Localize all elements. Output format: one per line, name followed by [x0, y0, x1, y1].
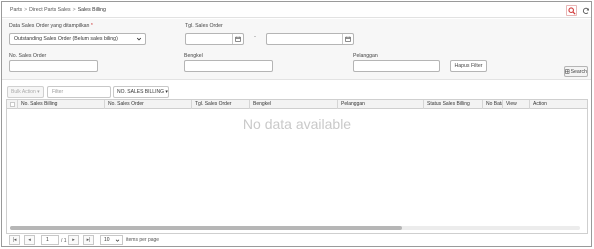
bengkel-input[interactable] — [184, 60, 273, 72]
required-mark: * — [90, 23, 93, 29]
prev-page-icon: ◂ — [28, 237, 31, 243]
bulk-action-label: Bulk Action — [11, 89, 36, 95]
page-number-input[interactable]: 1 — [41, 235, 59, 245]
bengkel-label: Bengkel — [184, 53, 203, 59]
bulk-action-dropdown[interactable]: Bulk Action ▾ — [7, 86, 44, 98]
app-window: Parts > Direct Parts Sales > Sales Billing D… — [1, 1, 592, 247]
col-status-sales-billing[interactable]: Status Sales Billing — [424, 100, 483, 109]
pelanggan-label: Pelanggan — [353, 53, 378, 59]
chevron-down-icon — [136, 36, 142, 46]
filter-column-select[interactable]: NO. SALES BILLING ▾ — [113, 86, 169, 98]
col-view[interactable]: View — [503, 100, 530, 109]
page-count: / 1 — [61, 238, 67, 244]
next-page-icon: ▸ — [72, 237, 75, 243]
no-so-label: No. Sales Order — [9, 53, 47, 59]
checkbox-icon — [9, 102, 15, 107]
caret-down-icon: ▾ — [165, 89, 168, 95]
no-so-input[interactable] — [9, 60, 98, 72]
data-so-label: Data Sales Order yang ditampilkan * — [9, 23, 93, 29]
data-so-select[interactable]: Outstanding Sales Order (Belum sales bil… — [9, 33, 146, 45]
last-page-button[interactable]: ▸| — [83, 235, 94, 245]
col-tgl-sales-order[interactable]: Tgl. Sales Order — [192, 100, 250, 109]
tgl-so-to-field[interactable] — [266, 33, 354, 45]
refresh-button[interactable] — [580, 5, 591, 16]
topbar: Parts > Direct Parts Sales > Sales Billing — [2, 2, 591, 18]
first-page-icon: |◂ — [12, 237, 17, 243]
filter-panel: Data Sales Order yang ditampilkan * Outs… — [2, 19, 591, 80]
search-icon — [567, 6, 576, 15]
col-no-sales-order[interactable]: No. Sales Order — [105, 100, 192, 109]
tgl-so-label: Tgl. Sales Order — [185, 23, 223, 29]
search-button[interactable]: Search — [564, 66, 588, 77]
col-no-batal[interactable]: No Batal — [483, 100, 503, 109]
pelanggan-input[interactable] — [353, 60, 440, 72]
col-no-sales-billing[interactable]: No. Sales Billing — [18, 100, 105, 109]
data-so-label-text: Data Sales Order yang ditampilkan — [9, 23, 90, 29]
no-data-message: No data available — [242, 116, 352, 132]
page-size-select[interactable]: 10 — [100, 235, 123, 245]
breadcrumb-item-parts[interactable]: Parts — [10, 7, 22, 13]
select-all-checkbox[interactable] — [7, 100, 18, 109]
items-per-page-label: items per page — [126, 237, 160, 243]
caret-down-icon: ▾ — [37, 89, 40, 95]
calendar-icon[interactable] — [232, 34, 243, 44]
tgl-so-from-field[interactable] — [185, 33, 244, 45]
data-so-select-value: Outstanding Sales Order (Belum sales bil… — [14, 36, 118, 42]
grid-filter-input[interactable]: Filter — [47, 86, 111, 98]
prev-page-button[interactable]: ◂ — [24, 235, 35, 245]
page-size-value: 10 — [104, 237, 110, 243]
col-bengkel[interactable]: Bengkel — [250, 100, 338, 109]
breadcrumb-item-sales-billing: Sales Billing — [77, 7, 106, 13]
last-page-icon: ▸| — [86, 237, 91, 243]
grid-header: No. Sales Billing No. Sales Order Tgl. S… — [7, 100, 587, 109]
breadcrumb-separator: > — [72, 7, 76, 13]
col-action[interactable]: Action — [530, 100, 587, 109]
breadcrumb: Parts > Direct Parts Sales > Sales Billing — [10, 7, 106, 13]
scrollbar-thumb[interactable] — [10, 226, 402, 230]
refresh-icon — [582, 7, 589, 14]
sales-billing-grid: No. Sales Billing No. Sales Order Tgl. S… — [6, 99, 588, 234]
date-range-dash: - — [254, 34, 256, 40]
col-pelanggan[interactable]: Pelanggan — [338, 100, 424, 109]
grid-icon — [565, 69, 570, 74]
calendar-icon[interactable] — [342, 34, 353, 44]
chevron-down-icon — [115, 238, 120, 246]
search-toggle-button[interactable] — [566, 5, 577, 16]
next-page-button[interactable]: ▸ — [68, 235, 79, 245]
clear-filter-button[interactable]: Hapus Filter — [450, 60, 487, 72]
search-button-label: Search — [570, 68, 587, 75]
filter-column-value: NO. SALES BILLING — [117, 89, 164, 95]
horizontal-scrollbar[interactable] — [10, 226, 580, 230]
pagination: |◂ ◂ 1 / 1 ▸ ▸| 10 items per page — [2, 234, 591, 246]
breadcrumb-item-direct-parts-sales[interactable]: Direct Parts Sales — [29, 7, 71, 13]
grid-toolbar: Bulk Action ▾ Filter NO. SALES BILLING ▾ — [2, 86, 591, 99]
first-page-button[interactable]: |◂ — [9, 235, 20, 245]
